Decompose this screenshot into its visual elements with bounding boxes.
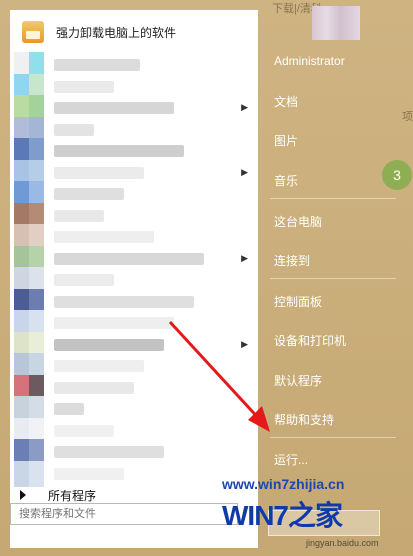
arrow-shaft	[168, 320, 264, 424]
red-arrow-annotation	[168, 320, 270, 432]
